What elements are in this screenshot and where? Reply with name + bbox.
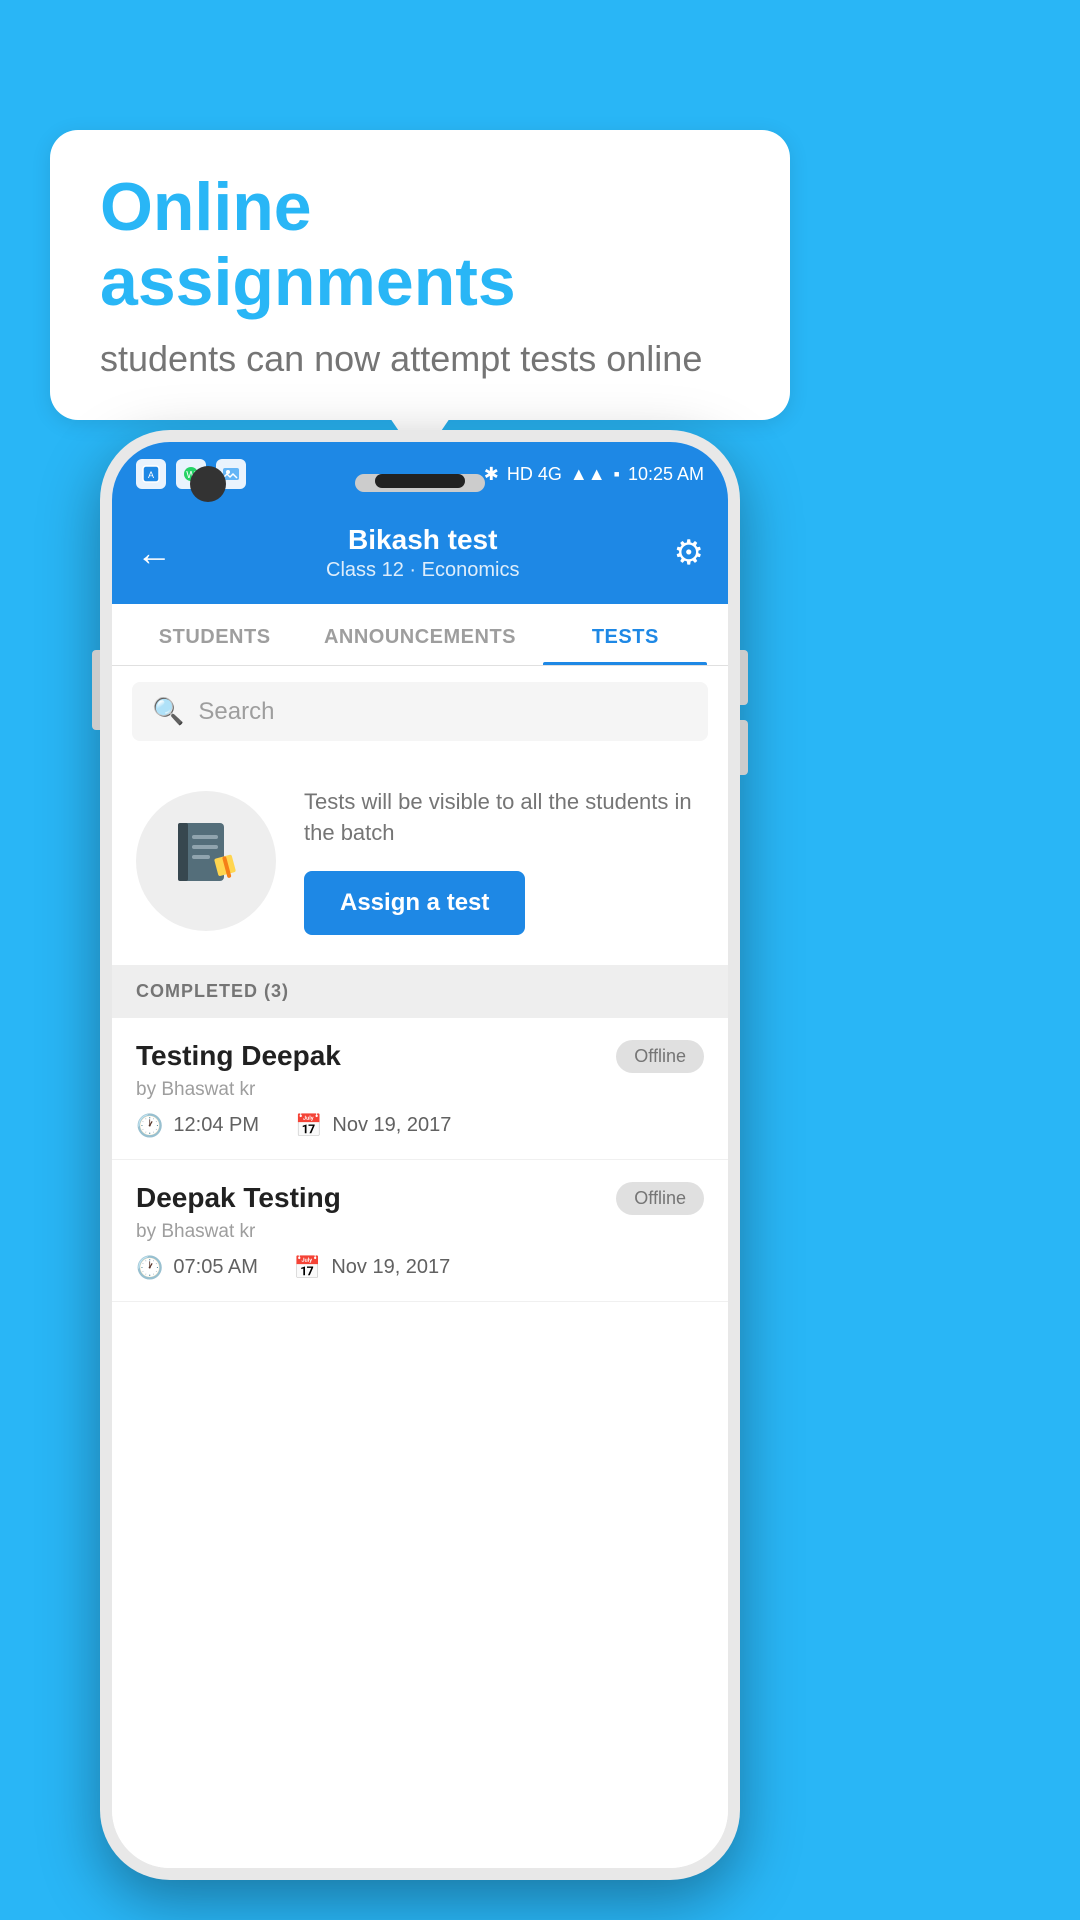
- test-item[interactable]: Deepak Testing Offline by Bhaswat kr 🕐 0…: [112, 1160, 728, 1302]
- signal-icon: ▲▲: [570, 464, 606, 485]
- test-time-value: 12:04 PM: [173, 1114, 259, 1137]
- assign-test-button[interactable]: Assign a test: [304, 871, 525, 935]
- test-date-value: Nov 19, 2017: [332, 1114, 451, 1137]
- phone-frame: A W ✱ HD 4G ▲▲ ▪ 10:25 AM ← Bikash t: [100, 430, 740, 1880]
- tab-students[interactable]: STUDENTS: [112, 604, 317, 665]
- network-label: HD 4G: [507, 464, 562, 485]
- clock-icon: 🕐: [136, 1255, 163, 1281]
- completed-section-header: COMPLETED (3): [112, 965, 728, 1018]
- calendar-icon: 📅: [294, 1255, 321, 1281]
- status-time: 10:25 AM: [628, 464, 704, 485]
- test-meta: 🕐 07:05 AM 📅 Nov 19, 2017: [136, 1255, 704, 1281]
- test-time-value: 07:05 AM: [173, 1256, 258, 1279]
- search-container: 🔍 Search: [112, 666, 728, 757]
- status-right: ✱ HD 4G ▲▲ ▪ 10:25 AM: [484, 464, 704, 485]
- search-input[interactable]: Search: [198, 698, 274, 726]
- bubble-subtitle: students can now attempt tests online: [100, 338, 740, 380]
- app-header: ← Bikash test Class 12 · Economics ⚙: [112, 506, 728, 604]
- notebook-icon: [170, 817, 242, 904]
- test-by: by Bhaswat kr: [136, 1221, 704, 1243]
- calendar-icon: 📅: [295, 1113, 322, 1139]
- phone-button-volume-down: [740, 720, 748, 775]
- search-bar[interactable]: 🔍 Search: [132, 682, 708, 741]
- header-center: Bikash test Class 12 · Economics: [326, 524, 519, 582]
- battery-icon: ▪: [614, 464, 620, 485]
- clock-icon: 🕐: [136, 1113, 163, 1139]
- back-button[interactable]: ←: [136, 532, 172, 574]
- test-item[interactable]: Testing Deepak Offline by Bhaswat kr 🕐 1…: [112, 1018, 728, 1160]
- test-item-top: Testing Deepak Offline: [136, 1040, 704, 1073]
- test-name: Testing Deepak: [136, 1040, 341, 1072]
- svg-text:A: A: [148, 470, 154, 480]
- header-title: Bikash test: [326, 524, 519, 556]
- assign-section: Tests will be visible to all the student…: [112, 757, 728, 965]
- test-badge: Offline: [616, 1182, 704, 1215]
- test-by: by Bhaswat kr: [136, 1079, 704, 1101]
- test-date-value: Nov 19, 2017: [331, 1256, 450, 1279]
- phone-button-volume-up: [92, 650, 100, 730]
- test-name: Deepak Testing: [136, 1182, 341, 1214]
- assign-right: Tests will be visible to all the student…: [304, 787, 704, 935]
- test-badge: Offline: [616, 1040, 704, 1073]
- test-meta: 🕐 12:04 PM 📅 Nov 19, 2017: [136, 1113, 704, 1139]
- test-date: 📅 Nov 19, 2017: [294, 1255, 450, 1281]
- test-item-top: Deepak Testing Offline: [136, 1182, 704, 1215]
- content-area: 🔍 Search: [112, 666, 728, 1868]
- settings-button[interactable]: ⚙: [674, 533, 704, 573]
- test-time: 🕐 07:05 AM: [136, 1255, 258, 1281]
- search-icon: 🔍: [152, 696, 184, 727]
- test-time: 🕐 12:04 PM: [136, 1113, 259, 1139]
- phone-speaker: [375, 474, 465, 488]
- phone-camera: [190, 466, 226, 502]
- bubble-title: Online assignments: [100, 170, 740, 320]
- tab-tests[interactable]: TESTS: [523, 604, 728, 665]
- assign-description: Tests will be visible to all the student…: [304, 787, 704, 849]
- phone-screen: A W ✱ HD 4G ▲▲ ▪ 10:25 AM ← Bikash t: [112, 442, 728, 1868]
- speech-bubble: Online assignments students can now atte…: [50, 130, 790, 420]
- header-subtitle: Class 12 · Economics: [326, 559, 519, 582]
- bluetooth-icon: ✱: [484, 464, 499, 485]
- assign-icon-circle: [136, 791, 276, 931]
- test-date: 📅 Nov 19, 2017: [295, 1113, 451, 1139]
- tab-announcements[interactable]: ANNOUNCEMENTS: [317, 604, 522, 665]
- app1-icon: A: [136, 459, 166, 489]
- phone-button-power: [740, 650, 748, 705]
- tabs-bar: STUDENTS ANNOUNCEMENTS TESTS: [112, 604, 728, 666]
